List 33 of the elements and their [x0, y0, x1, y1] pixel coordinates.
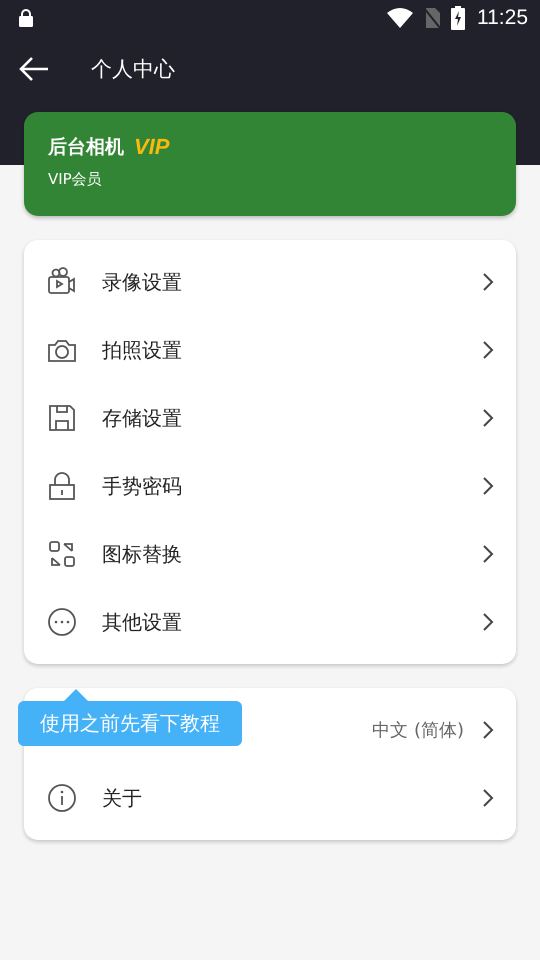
settings-row[interactable]: 存储设置 — [24, 384, 516, 452]
vip-card[interactable]: 后台相机 VIP VIP会员 — [24, 112, 516, 216]
settings-row[interactable]: 拍照设置 — [24, 316, 516, 384]
chevron-right-icon — [482, 272, 494, 292]
vip-label: VIP — [134, 134, 170, 160]
chevron-right-icon — [482, 544, 494, 564]
info-icon — [47, 783, 77, 813]
settings-row[interactable]: 关于 — [24, 764, 516, 832]
settings-row[interactable]: 其他设置 — [24, 588, 516, 656]
back-arrow-icon[interactable] — [19, 56, 49, 82]
settings-row[interactable]: 图标替换 — [24, 520, 516, 588]
lock-icon — [18, 9, 34, 27]
tooltip: 使用之前先看下教程 — [18, 689, 242, 746]
chevron-right-icon — [482, 340, 494, 360]
clock-time: 11:25 — [477, 6, 528, 30]
membership-label: VIP会员 — [48, 170, 103, 189]
chevron-right-icon — [482, 788, 494, 808]
chevron-right-icon — [482, 408, 494, 428]
battery-charging-icon — [451, 6, 465, 30]
more-dots-icon — [47, 607, 77, 637]
chevron-right-icon — [482, 612, 494, 632]
settings-row[interactable]: 手势密码 — [24, 452, 516, 520]
video-camera-icon — [47, 267, 77, 297]
page-title: 个人中心 — [91, 56, 175, 83]
app-name: 后台相机 — [48, 135, 124, 160]
no-sim-icon — [423, 7, 441, 29]
padlock-icon — [47, 471, 77, 501]
wifi-icon — [387, 8, 413, 28]
tooltip-pointer-icon — [64, 689, 88, 701]
settings-row[interactable]: 录像设置 — [24, 248, 516, 316]
swap-icon — [47, 539, 77, 569]
chevron-right-icon — [482, 476, 494, 496]
chevron-right-icon — [482, 720, 494, 740]
